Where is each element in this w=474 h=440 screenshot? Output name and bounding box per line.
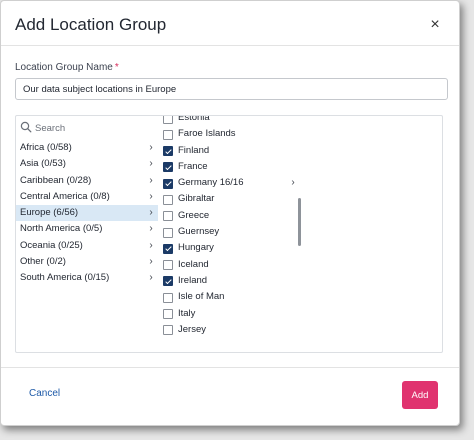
label-text: Location Group Name: [15, 62, 113, 73]
region-label: Asia (0/53): [20, 158, 66, 170]
chevron-right-icon: ›: [149, 207, 153, 219]
add-button[interactable]: Add: [402, 381, 438, 409]
country-checkbox[interactable]: [163, 292, 173, 303]
search-icon: [20, 121, 32, 133]
region-item[interactable]: Asia (0/53) ›: [16, 156, 158, 172]
chevron-right-icon: ›: [149, 239, 153, 251]
add-location-group-dialog: Add Location Group × Location Group Name…: [0, 0, 460, 426]
chevron-right-icon[interactable]: ›: [288, 175, 298, 191]
country-checkbox[interactable]: [163, 243, 173, 254]
close-icon[interactable]: ×: [425, 13, 445, 37]
country-label: Greece: [178, 209, 210, 221]
country-checkbox[interactable]: [163, 162, 173, 173]
country-checkbox[interactable]: [163, 309, 173, 320]
country-label: France: [178, 160, 208, 172]
region-item[interactable]: Caribbean (0/28) ›: [16, 173, 158, 189]
region-item[interactable]: Other (0/2) ›: [16, 254, 158, 270]
country-item[interactable]: Finland: [160, 143, 310, 159]
country-item[interactable]: Iceland: [160, 257, 310, 273]
chevron-right-icon: ›: [149, 223, 153, 235]
chevron-right-icon: ›: [149, 142, 153, 153]
country-label: Isle of Man: [178, 291, 225, 303]
region-label: Oceania (0/25): [20, 239, 83, 251]
country-label: Faroe Islands: [178, 128, 236, 140]
country-checkbox[interactable]: [163, 194, 173, 205]
country-checkbox[interactable]: [163, 116, 173, 124]
country-label: Estonia: [178, 116, 210, 123]
country-item[interactable]: Greece: [160, 208, 310, 224]
region-item[interactable]: South America (0/15) ›: [16, 270, 158, 286]
search-row: [16, 116, 156, 138]
country-item[interactable]: Estonia: [160, 116, 310, 126]
chevron-right-icon: ›: [149, 256, 153, 268]
region-item[interactable]: North America (0/5) ›: [16, 221, 158, 237]
country-checkbox[interactable]: [163, 260, 173, 271]
chevron-right-icon: ›: [149, 190, 153, 202]
country-label: Finland: [178, 144, 210, 156]
country-item[interactable]: Isle of Man: [160, 289, 310, 305]
chevron-right-icon: ›: [149, 272, 153, 284]
cancel-button[interactable]: Cancel: [29, 388, 60, 399]
country-label: Italy: [178, 307, 196, 319]
country-label: Gibraltar: [178, 193, 215, 205]
search-input[interactable]: [33, 118, 155, 138]
country-label: Guernsey: [178, 226, 220, 238]
country-item[interactable]: France: [160, 159, 310, 175]
header-divider: [1, 45, 459, 46]
country-item[interactable]: Guernsey: [160, 224, 310, 240]
location-group-name-label: Location Group Name *: [15, 62, 119, 73]
country-label: Ireland: [178, 274, 208, 286]
location-picker-panel: Africa (0/58)›Asia (0/53)›Caribbean (0/2…: [15, 115, 443, 353]
country-list-scroll[interactable]: Estonia Faroe Islands Finland France Germany…: [160, 116, 320, 352]
footer-divider: [1, 367, 459, 368]
country-checkbox[interactable]: [163, 178, 173, 189]
country-list-scrollbar[interactable]: [298, 198, 301, 246]
country-checkbox[interactable]: [163, 211, 173, 222]
country-label: Germany 16/16: [178, 177, 244, 189]
region-label: Other (0/2): [20, 256, 66, 268]
region-label: North America (0/5): [20, 223, 103, 235]
dialog-header: Add Location Group ×: [15, 13, 445, 37]
region-list: Africa (0/58) › Asia (0/53) › Caribbean (0/2…: [16, 140, 158, 287]
region-label: Central America (0/8): [20, 190, 110, 202]
country-item[interactable]: Jersey: [160, 322, 310, 338]
region-item[interactable]: Africa (0/58) ›: [16, 140, 158, 156]
dialog-title: Add Location Group: [15, 15, 167, 34]
country-item[interactable]: Faroe Islands: [160, 126, 310, 142]
country-checkbox[interactable]: [163, 129, 173, 140]
country-label: Jersey: [178, 323, 206, 335]
country-label: Iceland: [178, 258, 209, 270]
location-group-name-input[interactable]: [15, 78, 448, 100]
region-label: South America (0/15): [20, 272, 110, 284]
country-label: Hungary: [178, 242, 214, 254]
country-checkbox[interactable]: [163, 276, 173, 287]
country-checkbox[interactable]: [163, 325, 173, 336]
required-marker: *: [114, 62, 119, 73]
region-item[interactable]: Central America (0/8) ›: [16, 189, 158, 205]
region-item[interactable]: Oceania (0/25) ›: [16, 238, 158, 254]
country-item[interactable]: Gibraltar: [160, 191, 310, 207]
region-label: Caribbean (0/28): [20, 174, 92, 186]
country-item[interactable]: Germany 16/16 ›: [160, 175, 310, 191]
country-checkbox[interactable]: [163, 227, 173, 238]
country-list: Estonia Faroe Islands Finland France Germany…: [160, 116, 310, 338]
chevron-right-icon: ›: [149, 174, 153, 186]
region-label: Europe (6/56): [20, 207, 79, 219]
chevron-right-icon: ›: [149, 158, 153, 170]
country-item[interactable]: Hungary: [160, 240, 310, 256]
region-item[interactable]: Europe (6/56) ›: [16, 205, 158, 222]
country-item[interactable]: Ireland: [160, 273, 310, 289]
country-item[interactable]: Italy: [160, 306, 310, 322]
region-label: Africa (0/58): [20, 142, 72, 153]
country-checkbox[interactable]: [163, 146, 173, 157]
